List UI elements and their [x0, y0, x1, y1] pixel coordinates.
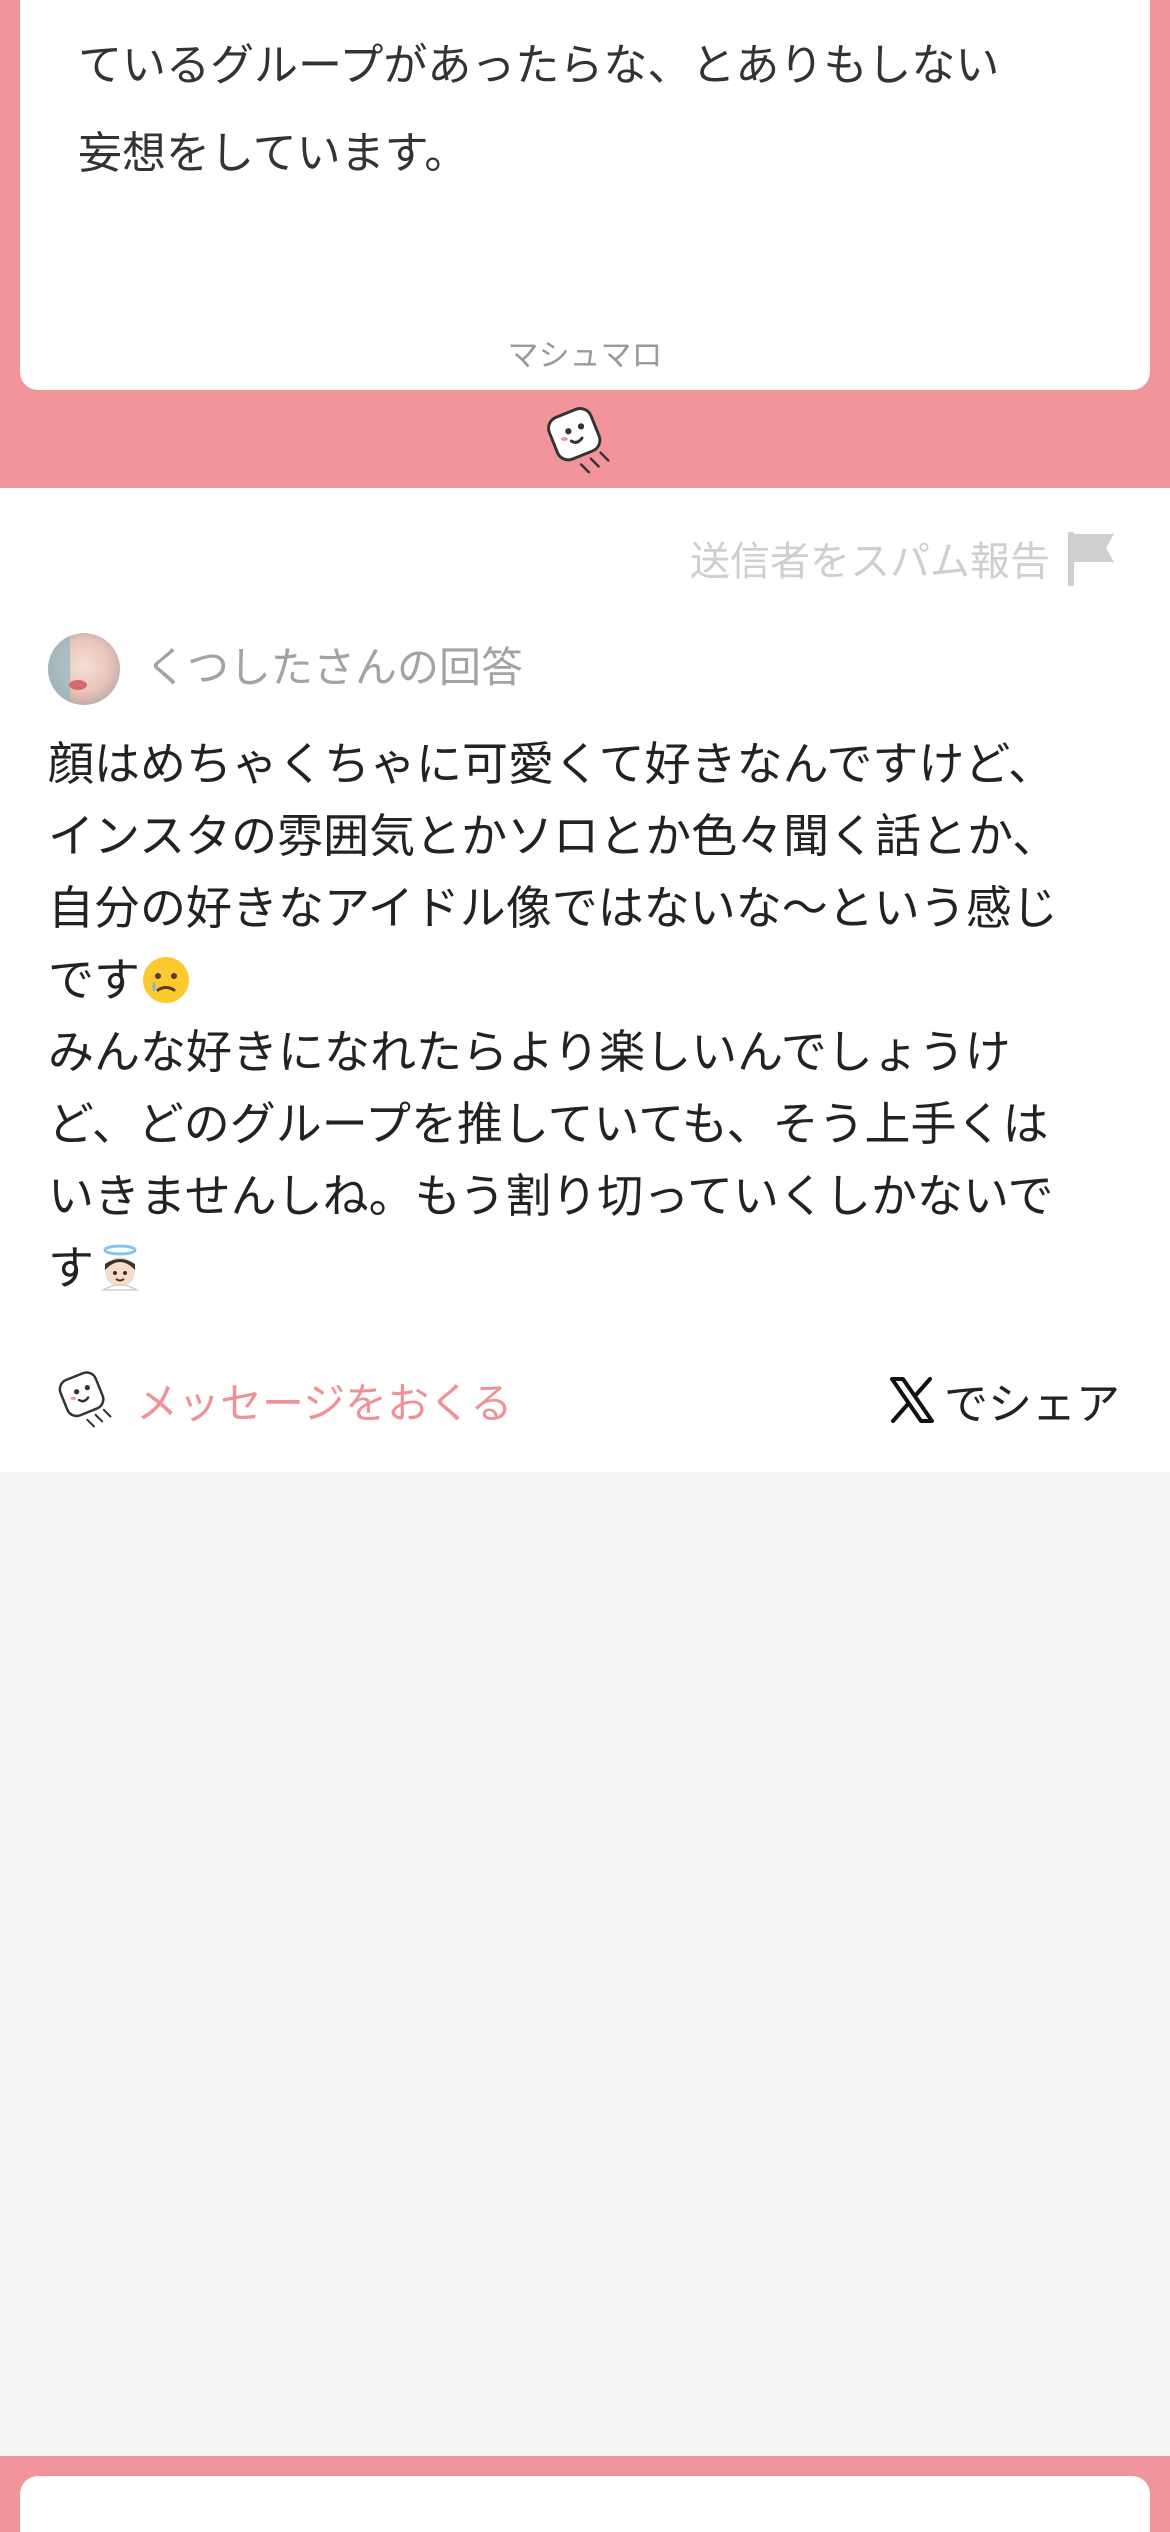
- share-on-x-button[interactable]: でシェア: [886, 1364, 1120, 1436]
- answerer-label: くつしたさんの回答: [145, 643, 524, 692]
- avatar-image: [48, 633, 120, 705]
- next-question-card: [20, 2476, 1150, 2532]
- question-text: ているグループがあったらな、とありもしない 妄想をしています。: [78, 40, 1000, 179]
- answer-section: 送信者をスパム報告 くつしたさんの回答 顔はめちゃくちゃに可愛くて好きなんですけ…: [0, 488, 1170, 1472]
- flag-icon: [1068, 532, 1114, 586]
- answer-text-part1: 顔はめちゃくちゃに可愛くて好きなんですけど、 インスタの雰囲気とかソロとか色々聞…: [48, 737, 1059, 1007]
- spam-report-label: 送信者をスパム報告: [690, 539, 1050, 585]
- send-message-button[interactable]: メッセージをおくる: [56, 1364, 512, 1436]
- x-logo-icon: [890, 1377, 934, 1423]
- avatar[interactable]: [48, 633, 120, 705]
- question-card: ているグループがあったらな、とありもしない 妄想をしています。 マシュマロ: [20, 0, 1150, 390]
- brand-label: マシュマロ: [507, 338, 663, 374]
- face-holding-back-tears-icon: [143, 957, 189, 1003]
- marshmallow-mascot-icon: [547, 407, 610, 474]
- spam-report-link[interactable]: 送信者をスパム報告: [690, 526, 1120, 590]
- answer-text: 顔はめちゃくちゃに可愛くて好きなんですけど、 インスタの雰囲気とかソロとか色々聞…: [48, 728, 1128, 1304]
- share-label: でシェア: [944, 1379, 1120, 1430]
- marshmallow-mascot-icon: [58, 1371, 112, 1428]
- send-message-label: メッセージをおくる: [136, 1378, 513, 1428]
- answer-text-part2: みんな好きになれたらより楽しいんでしょうけ ど、どのグループを推していても、そう…: [48, 1025, 1054, 1295]
- smiling-face-with-halo-icon: [100, 1244, 140, 1291]
